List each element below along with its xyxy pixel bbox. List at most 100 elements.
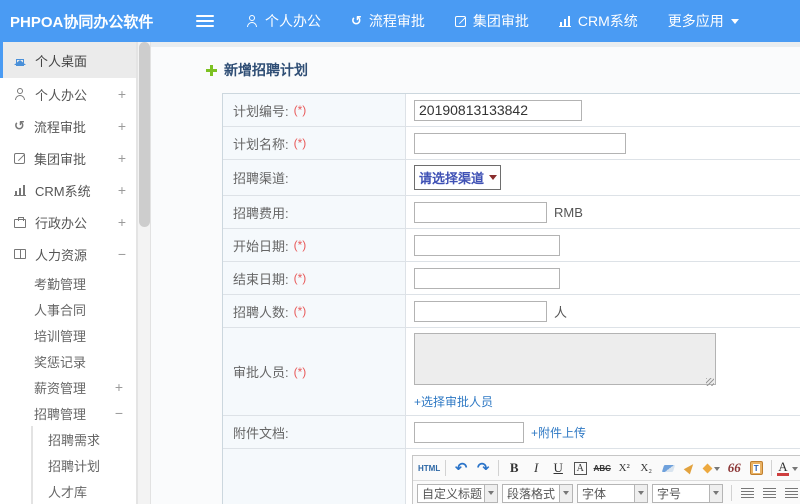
plan-number-input[interactable] — [414, 99, 582, 121]
sidebar-item-human-resources[interactable]: 人力资源 − — [0, 238, 136, 270]
sidebar-item-recruit-plan[interactable]: 招聘计划 — [33, 452, 136, 478]
font-color-button[interactable]: A — [777, 458, 798, 478]
align-left-button[interactable] — [737, 483, 757, 503]
sidebar-item-label: 人力资源 — [35, 247, 88, 263]
expand-plus-icon[interactable]: + — [118, 118, 126, 134]
required-mark: (*) — [293, 136, 307, 150]
collapse-minus-icon[interactable]: − — [115, 405, 123, 421]
channel-select[interactable]: 请选择渠道 — [414, 165, 502, 190]
form-row-start-date: 开始日期: (*) — [223, 229, 800, 262]
border-a-button[interactable]: A — [573, 461, 587, 475]
subscript-button[interactable]: X₂ — [636, 458, 656, 478]
collapse-minus-icon[interactable]: − — [118, 246, 126, 262]
expand-plus-icon[interactable]: + — [118, 86, 126, 102]
sidebar-item-personal-office[interactable]: 个人办公 + — [0, 78, 136, 110]
field-label: 计划编号: (*) — [223, 94, 406, 126]
start-date-input[interactable] — [414, 234, 560, 256]
cost-input[interactable] — [414, 201, 547, 223]
select-approver-link[interactable]: +选择审批人员 — [414, 393, 493, 410]
scrollbar-thumb[interactable] — [139, 42, 150, 227]
redo-button[interactable]: ↷ — [473, 458, 493, 478]
font-size-select[interactable]: 字号 — [652, 483, 723, 503]
custom-title-select[interactable]: 自定义标题 — [417, 483, 498, 503]
headcount-input[interactable] — [414, 300, 547, 322]
select-arrow-button[interactable] — [484, 484, 497, 502]
user-icon — [246, 15, 258, 27]
nav-personal-office[interactable]: 个人办公 — [246, 11, 321, 31]
paragraph-format-select[interactable]: 段落格式 — [502, 483, 573, 503]
expand-plus-icon[interactable]: + — [115, 379, 123, 395]
required-mark: (*) — [293, 271, 307, 285]
unit-suffix: 人 — [554, 304, 568, 320]
nav-label: 个人办公 — [265, 13, 321, 29]
expand-plus-icon[interactable]: + — [118, 214, 126, 230]
sidebar-item-recruitment[interactable]: 招聘管理 − — [0, 400, 136, 426]
sparkle-icon — [702, 463, 713, 473]
recruitment-submenu: 招聘需求 招聘计划 人才库 — [31, 426, 136, 504]
sidebar-item-personal-desktop[interactable]: 个人桌面 — [0, 42, 136, 78]
blockquote-button[interactable]: 66 — [724, 458, 744, 478]
underline-button[interactable]: U — [548, 458, 568, 478]
end-date-input[interactable] — [414, 267, 560, 289]
superscript-button[interactable]: X² — [614, 458, 634, 478]
field-label: 审批人员: (*) — [223, 328, 406, 415]
format-painter-button[interactable] — [702, 458, 722, 478]
sidebar-item-training[interactable]: 培训管理 — [0, 322, 136, 348]
approver-textarea[interactable] — [414, 333, 716, 385]
align-center-button[interactable] — [759, 483, 779, 503]
attachment-upload-link[interactable]: +附件上传 — [531, 424, 586, 441]
field-label: 计划名称: (*) — [223, 127, 406, 159]
nav-label: 集团审批 — [472, 13, 529, 29]
caret-down-icon — [730, 19, 739, 28]
nav-crm-system[interactable]: CRM系统 — [558, 11, 638, 31]
plan-name-input[interactable] — [414, 132, 626, 154]
italic-button[interactable]: I — [526, 458, 546, 478]
sidebar-item-label: 集团审批 — [34, 151, 87, 167]
required-mark: (*) — [293, 238, 307, 252]
page-title-row: 新增招聘计划 — [206, 60, 800, 80]
select-arrow-button[interactable] — [634, 484, 647, 502]
hamburger-menu-icon[interactable] — [196, 15, 214, 27]
field-label: 招聘人数: (*) — [223, 295, 406, 327]
main-content: 新增招聘计划 计划编号: (*) 计划名称: (*) — [151, 42, 800, 504]
field-label: 结束日期: (*) — [223, 262, 406, 294]
expand-plus-icon[interactable]: + — [118, 182, 126, 198]
eraser-button[interactable] — [658, 458, 678, 478]
nav-group-approval[interactable]: 集团审批 — [454, 11, 529, 31]
resize-grip-icon[interactable] — [706, 378, 714, 386]
expand-plus-icon[interactable]: + — [118, 150, 126, 166]
sidebar: 个人桌面 个人办公 + ↺ 流程审批 + 集团审批 + CRM系统 + 行政办公… — [0, 42, 151, 504]
field-label: 招聘渠道: — [223, 160, 406, 195]
sidebar-item-label: CRM系统 — [35, 183, 91, 199]
sidebar-item-attendance[interactable]: 考勤管理 — [0, 270, 136, 296]
toolbar-separator — [498, 460, 500, 476]
sidebar-item-hr-contract[interactable]: 人事合同 — [0, 296, 136, 322]
add-plus-icon — [206, 64, 217, 76]
align-right-button[interactable] — [781, 483, 800, 503]
sidebar-item-recruit-demand[interactable]: 招聘需求 — [33, 426, 136, 452]
required-mark: (*) — [293, 103, 307, 117]
select-arrow-button[interactable] — [559, 484, 572, 502]
sidebar-item-talent-pool[interactable]: 人才库 — [33, 478, 136, 504]
strikethrough-button[interactable]: ABC — [592, 458, 612, 478]
bold-button[interactable]: B — [504, 458, 524, 478]
paste-text-button[interactable]: T — [746, 458, 766, 478]
form-row-content-editor: HTML ↶ ↷ B I U A ABC X² X₂ 66 T A 自定义标题 … — [223, 449, 800, 504]
sidebar-item-salary[interactable]: 薪资管理 + — [0, 374, 136, 400]
sidebar-item-crm-system[interactable]: CRM系统 + — [0, 174, 136, 206]
top-nav: 个人办公 ↺ 流程审批 集团审批 CRM系统 更多应用 — [246, 11, 739, 31]
sidebar-item-group-approval[interactable]: 集团审批 + — [0, 142, 136, 174]
source-html-button[interactable]: HTML — [418, 458, 440, 478]
attachment-input[interactable] — [414, 421, 524, 443]
sidebar-item-workflow-approval[interactable]: ↺ 流程审批 + — [0, 110, 136, 142]
undo-button[interactable]: ↶ — [451, 458, 471, 478]
sidebar-item-admin-office[interactable]: 行政办公 + — [0, 206, 136, 238]
nav-workflow-approval[interactable]: ↺ 流程审批 — [351, 11, 425, 31]
font-family-select[interactable]: 字体 — [577, 483, 648, 503]
field-label: 开始日期: (*) — [223, 229, 406, 261]
sidebar-item-rewards[interactable]: 奖惩记录 — [0, 348, 136, 374]
sidebar-scrollbar[interactable] — [137, 42, 150, 504]
format-clear-button[interactable] — [680, 458, 700, 478]
select-arrow-button[interactable] — [709, 484, 722, 502]
nav-more-apps[interactable]: 更多应用 — [668, 11, 739, 31]
